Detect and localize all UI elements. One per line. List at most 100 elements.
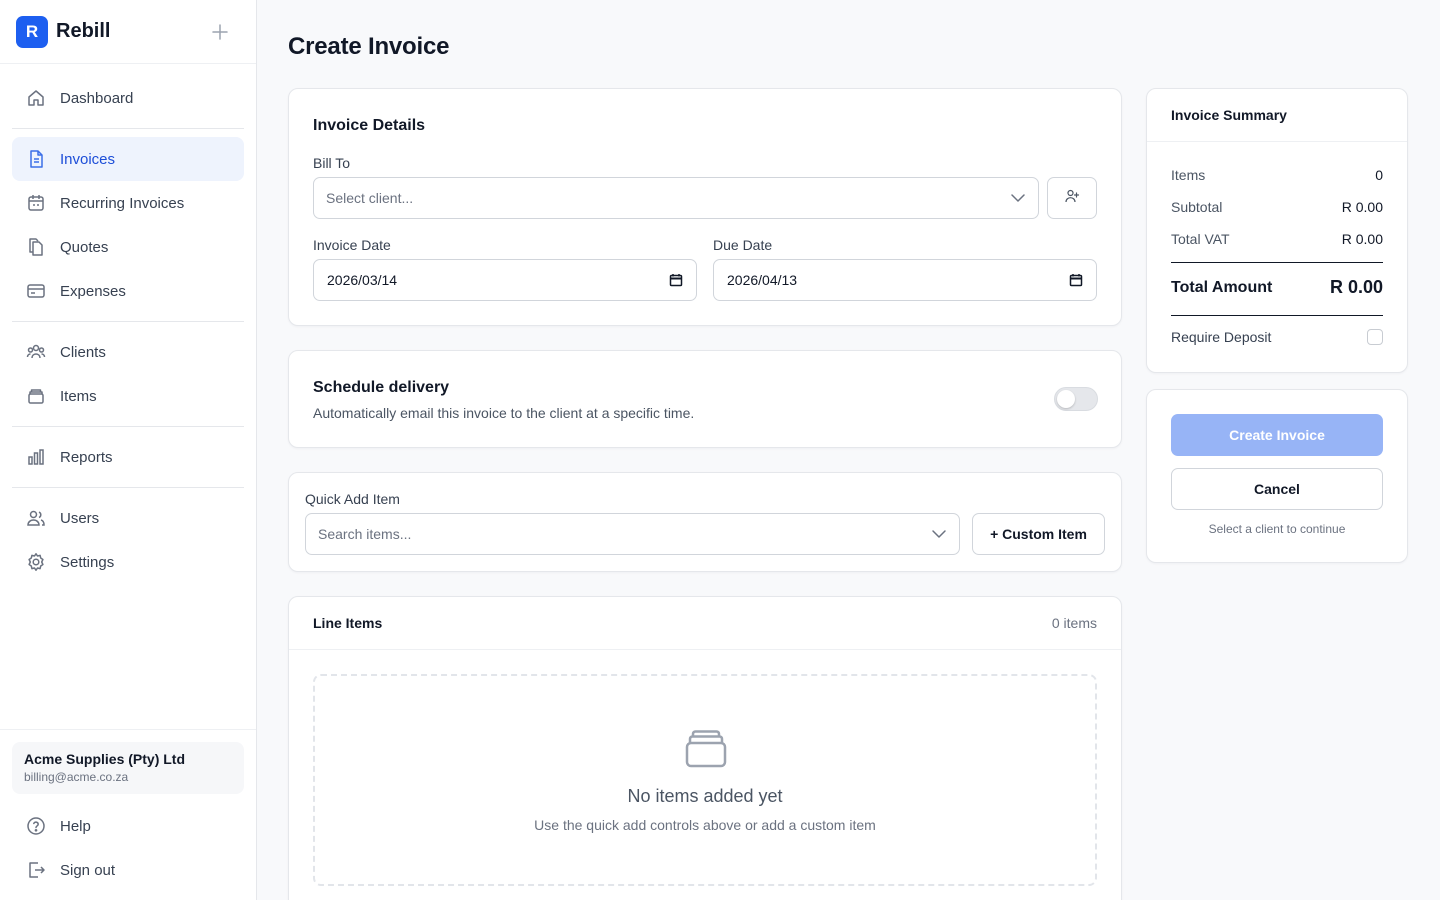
- schedule-delivery-card: Schedule delivery Automatically email th…: [288, 350, 1122, 448]
- sidebar-item-label: Users: [60, 509, 100, 527]
- sign-out-label: Sign out: [60, 861, 116, 879]
- sidebar-item-settings[interactable]: Settings: [12, 540, 244, 584]
- line-items-card: Line Items 0 items No items added yet Us…: [288, 596, 1122, 900]
- line-items-header: Line Items 0 items: [289, 597, 1121, 650]
- actions-card: Create Invoice Cancel Select a client to…: [1146, 389, 1408, 563]
- calendar-icon: [26, 193, 46, 213]
- box-icon: [685, 728, 727, 773]
- subtotal-value: R 0.00: [1341, 199, 1383, 215]
- custom-item-button[interactable]: + Custom Item: [972, 513, 1105, 555]
- nav-divider: [12, 128, 244, 129]
- sidebar-item-quotes[interactable]: Quotes: [12, 225, 244, 269]
- item-search-placeholder: Search items...: [318, 526, 412, 542]
- add-user-icon: [1064, 188, 1080, 209]
- sidebar-item-invoices[interactable]: Invoices: [12, 137, 244, 181]
- sidebar-item-label: Invoices: [60, 150, 116, 168]
- total-value: R 0.00: [1329, 277, 1383, 297]
- quick-add-card: Quick Add Item Search items... + Custom …: [288, 472, 1122, 572]
- quick-add-label: Quick Add Item: [305, 491, 400, 507]
- vat-label: Total VAT: [1171, 231, 1230, 247]
- credit-card-icon: [26, 281, 46, 301]
- bottom-links: Help Sign out: [12, 804, 244, 892]
- sidebar-item-label: Dashboard: [60, 89, 134, 107]
- nav-divider: [12, 426, 244, 427]
- cancel-button[interactable]: Cancel: [1171, 468, 1383, 510]
- sidebar-item-clients[interactable]: Clients: [12, 330, 244, 374]
- gear-icon: [26, 552, 46, 572]
- account-name: Acme Supplies (Pty) Ltd: [24, 751, 186, 767]
- invoice-details-title: Invoice Details: [313, 117, 426, 134]
- invoice-summary-card: Invoice Summary Items 0 Subtotal R 0.00 …: [1146, 88, 1408, 373]
- sidebar-item-label: Recurring Invoices: [60, 194, 185, 212]
- summary-subtotal-row: Subtotal R 0.00: [1171, 199, 1383, 215]
- due-date-input[interactable]: 2026/04/13: [713, 259, 1097, 301]
- page-title: Create Invoice: [288, 33, 450, 60]
- subtotal-label: Subtotal: [1171, 199, 1223, 215]
- add-client-button[interactable]: [1047, 177, 1097, 219]
- sidebar-item-recurring-invoices[interactable]: Recurring Invoices: [12, 181, 244, 225]
- files-icon: [26, 237, 46, 257]
- require-deposit-checkbox[interactable]: [1367, 329, 1383, 345]
- summary-items-row: Items 0: [1171, 167, 1383, 183]
- schedule-toggle[interactable]: [1054, 387, 1098, 411]
- schedule-title: Schedule delivery: [313, 379, 450, 396]
- client-select[interactable]: Select client...: [313, 177, 1039, 219]
- client-select-placeholder: Select client...: [326, 190, 414, 206]
- summary-deposit-row: Require Deposit: [1171, 329, 1383, 345]
- invoice-date-input[interactable]: 2026/03/14: [313, 259, 697, 301]
- vat-value: R 0.00: [1341, 231, 1383, 247]
- account-email: billing@acme.co.za: [24, 770, 129, 784]
- document-icon: [26, 149, 46, 169]
- action-hint: Select a client to continue: [1208, 522, 1346, 536]
- sidebar-nav: Dashboard Invoices Recurring Invoices Qu…: [0, 64, 256, 584]
- chevron-down-icon: [931, 526, 947, 542]
- create-invoice-button[interactable]: Create Invoice: [1171, 414, 1383, 456]
- clients-icon: [26, 342, 46, 362]
- toggle-knob: [1057, 390, 1075, 408]
- sidebar-item-dashboard[interactable]: Dashboard: [12, 76, 244, 120]
- sidebar-item-expenses[interactable]: Expenses: [12, 269, 244, 313]
- sidebar-item-items[interactable]: Items: [12, 374, 244, 418]
- sidebar: R Rebill Dashboard Invoices Recurring In…: [0, 0, 257, 900]
- sidebar-item-reports[interactable]: Reports: [12, 435, 244, 479]
- sidebar-item-label: Quotes: [60, 238, 109, 256]
- summary-vat-row: Total VAT R 0.00: [1171, 231, 1383, 247]
- summary-header: Invoice Summary: [1147, 89, 1407, 142]
- item-search-select[interactable]: Search items...: [305, 513, 960, 555]
- box-icon: [26, 386, 46, 406]
- due-date-value: 2026/04/13: [727, 272, 798, 288]
- account-section: Acme Supplies (Pty) Ltd billing@acme.co.…: [0, 729, 256, 900]
- sign-out-link[interactable]: Sign out: [12, 848, 244, 892]
- plus-icon[interactable]: [210, 22, 230, 42]
- sidebar-item-label: Clients: [60, 343, 106, 361]
- sidebar-item-label: Expenses: [60, 282, 126, 300]
- help-link[interactable]: Help: [12, 804, 244, 848]
- calendar-icon[interactable]: [1069, 273, 1083, 287]
- bill-to-label: Bill To: [313, 155, 351, 171]
- empty-state-title: No items added yet: [627, 786, 783, 806]
- nav-divider: [12, 487, 244, 488]
- sidebar-item-users[interactable]: Users: [12, 496, 244, 540]
- sidebar-item-label: Settings: [60, 553, 115, 571]
- calendar-icon[interactable]: [669, 273, 683, 287]
- items-value: 0: [1375, 167, 1383, 183]
- app-name: Rebill: [56, 20, 111, 42]
- deposit-label: Require Deposit: [1171, 329, 1272, 345]
- sign-out-icon: [26, 860, 46, 880]
- summary-title: Invoice Summary: [1171, 107, 1287, 123]
- total-divider-top: [1171, 262, 1383, 263]
- invoice-date-value: 2026/03/14: [327, 272, 398, 288]
- empty-state-text: Use the quick add controls above or add …: [534, 817, 876, 833]
- home-icon: [26, 88, 46, 108]
- items-label: Items: [1171, 167, 1206, 183]
- chevron-down-icon: [1010, 190, 1026, 206]
- line-items-count: 0 items: [1051, 615, 1097, 631]
- bar-chart-icon: [26, 447, 46, 467]
- empty-state: No items added yet Use the quick add con…: [313, 674, 1097, 886]
- invoice-date-label: Invoice Date: [313, 237, 391, 253]
- schedule-description: Automatically email this invoice to the …: [313, 405, 695, 421]
- sidebar-item-label: Reports: [60, 448, 113, 466]
- account-card[interactable]: Acme Supplies (Pty) Ltd billing@acme.co.…: [12, 742, 244, 794]
- help-icon: [26, 816, 46, 836]
- brand-header: R Rebill: [0, 0, 256, 64]
